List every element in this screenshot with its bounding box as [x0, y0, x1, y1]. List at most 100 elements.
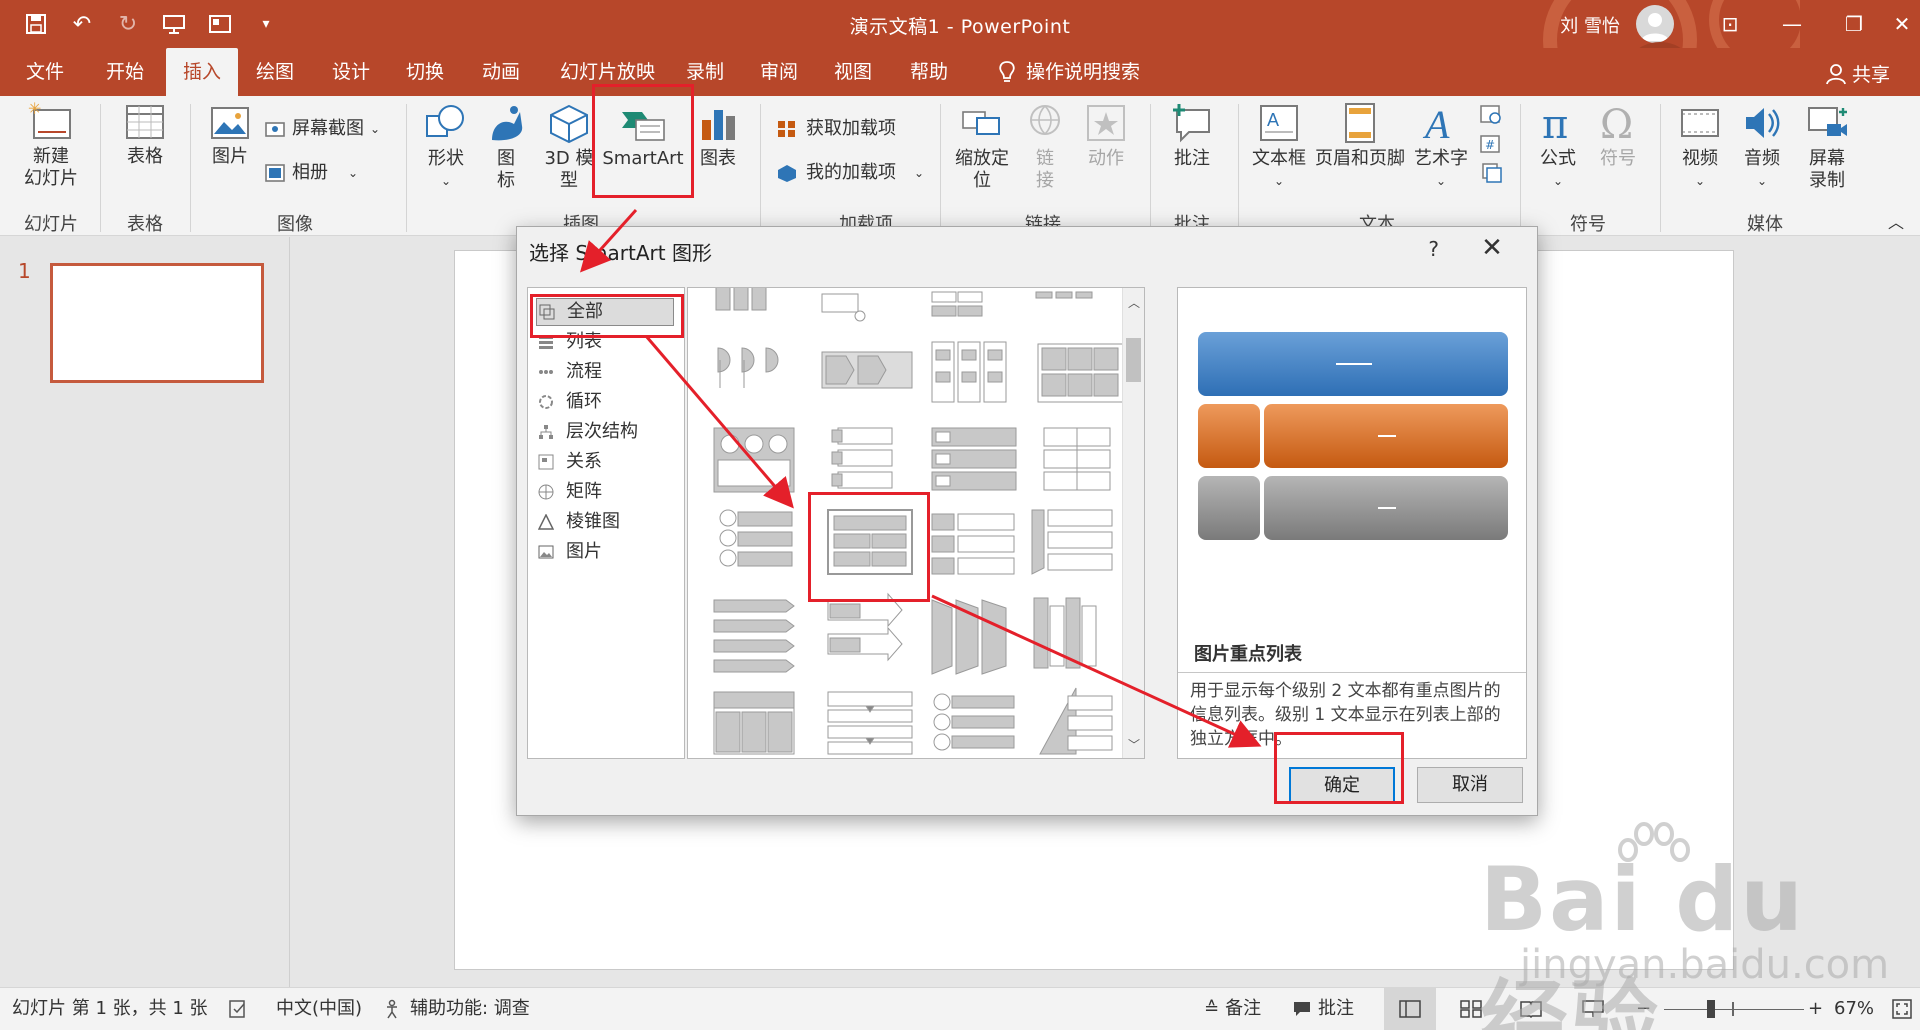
user-name[interactable]: 刘 雪怡 — [1560, 12, 1620, 38]
layout-thumb[interactable] — [931, 599, 1007, 675]
my-addins-button[interactable]: 我的加载项 ⌄ — [776, 160, 924, 186]
equation-button[interactable]: π 公式 ⌄ — [1530, 102, 1586, 192]
share-button[interactable]: 共享 — [1826, 60, 1890, 87]
avatar[interactable] — [1636, 5, 1674, 43]
tab-review[interactable]: 审阅 — [748, 48, 810, 96]
zoom-slider[interactable] — [1664, 988, 1804, 1030]
scroll-up-icon[interactable]: ︿ — [1128, 294, 1140, 311]
layout-thumb[interactable] — [1033, 597, 1097, 669]
layout-thumb[interactable] — [1039, 687, 1113, 755]
tab-record[interactable]: 录制 — [674, 48, 736, 96]
wordart-button[interactable]: A 艺术字 ⌄ — [1410, 102, 1472, 192]
category-pyramid[interactable]: 棱锥图 — [538, 508, 620, 536]
category-process[interactable]: 流程 — [538, 358, 602, 386]
screenshot-button[interactable]: 屏幕截图 ⌄ — [264, 116, 380, 142]
symbol-button[interactable]: Ω 符号 — [1590, 102, 1646, 170]
tab-transitions[interactable]: 切换 — [394, 48, 456, 96]
category-cycle[interactable]: 循环 — [538, 388, 602, 416]
layout-thumb[interactable] — [713, 427, 795, 493]
category-all[interactable]: 全部 — [536, 298, 674, 326]
category-picture[interactable]: 图片 — [538, 538, 602, 566]
zoom-slider-thumb[interactable] — [1706, 1000, 1715, 1018]
slideshow-button[interactable] — [1582, 988, 1604, 1030]
layout-thumb[interactable] — [821, 293, 866, 322]
zoom-in-button[interactable]: + — [1808, 988, 1823, 1030]
notes-button[interactable]: ≙ 备注 — [1204, 988, 1261, 1030]
tell-me[interactable]: 操作说明搜索 — [986, 48, 1152, 96]
screen-recording-button[interactable]: 屏幕 录制 — [1796, 102, 1858, 192]
new-slide-button[interactable]: ✳ 新建 幻灯片 — [14, 102, 88, 190]
3d-models-button[interactable]: 3D 模 型 — [536, 102, 602, 192]
spellcheck-icon[interactable] — [228, 988, 248, 1030]
dialog-close-button[interactable]: ✕ — [1477, 233, 1507, 263]
zoom-button[interactable]: 缩放定 位 — [950, 102, 1014, 192]
collapse-ribbon-icon[interactable]: ︿ — [1886, 212, 1906, 234]
get-addins-button[interactable]: 获取加载项 — [776, 116, 896, 142]
layout-thumb[interactable] — [1043, 427, 1111, 491]
tab-home[interactable]: 开始 — [94, 48, 156, 96]
layout-thumb[interactable] — [719, 509, 793, 567]
tab-design[interactable]: 设计 — [320, 48, 382, 96]
accessibility-status[interactable]: 辅助功能: 调查 — [384, 988, 530, 1030]
table-button[interactable]: 表格 — [110, 102, 180, 168]
slide-thumbnail[interactable] — [50, 263, 264, 383]
tab-view[interactable]: 视图 — [822, 48, 884, 96]
normal-view-button[interactable] — [1384, 988, 1436, 1030]
textbox-button[interactable]: A 文本框 ⌄ — [1248, 102, 1310, 192]
tab-draw[interactable]: 绘图 — [244, 48, 306, 96]
cancel-button[interactable]: 取消 — [1417, 767, 1523, 803]
layout-thumb[interactable] — [831, 427, 893, 489]
layout-thumb[interactable] — [931, 291, 983, 317]
layout-thumb[interactable] — [1035, 291, 1093, 299]
audio-button[interactable]: 音频 ⌄ — [1732, 102, 1792, 192]
layout-thumb[interactable] — [717, 347, 779, 388]
layout-thumb[interactable] — [931, 341, 1007, 403]
header-footer-button[interactable]: 页眉和页脚 — [1312, 102, 1408, 170]
zoom-out-button[interactable]: − — [1636, 988, 1651, 1030]
category-relationship[interactable]: 关系 — [538, 448, 602, 476]
ribbon-display-icon[interactable]: ⊡ — [1706, 8, 1754, 40]
album-button[interactable]: 相册 ⌄ — [264, 160, 358, 186]
layout-thumb[interactable] — [713, 691, 795, 755]
layout-thumb[interactable] — [931, 427, 1017, 491]
category-matrix[interactable]: 矩阵 — [538, 478, 602, 506]
layout-thumb[interactable] — [821, 351, 913, 389]
layout-thumb[interactable] — [933, 693, 1015, 751]
restore-icon[interactable]: ❐ — [1830, 8, 1878, 40]
tab-animations[interactable]: 动画 — [470, 48, 532, 96]
layout-thumb[interactable] — [827, 691, 913, 755]
zoom-level[interactable]: 67% — [1834, 988, 1874, 1030]
chart-button[interactable]: 图表 — [690, 102, 746, 170]
layout-thumb[interactable] — [1037, 343, 1124, 403]
shapes-button[interactable]: 形状 ⌄ — [416, 102, 476, 192]
fit-slide-button[interactable] — [1892, 988, 1912, 1030]
category-list-item[interactable]: 列表 — [538, 328, 602, 356]
layout-thumb[interactable] — [1031, 509, 1113, 575]
comment-button[interactable]: 批注 — [1160, 102, 1224, 170]
layout-thumb[interactable] — [713, 599, 795, 673]
text-more-buttons[interactable]: # — [1476, 102, 1506, 192]
category-hierarchy[interactable]: 层次结构 — [538, 418, 638, 446]
tab-insert[interactable]: 插入 — [166, 48, 238, 96]
ok-button[interactable]: 确定 — [1289, 767, 1395, 803]
layout-thumb[interactable] — [715, 288, 767, 311]
picture-button[interactable]: 图片 — [200, 102, 260, 168]
comments-button[interactable]: 批注 — [1292, 988, 1354, 1030]
tab-file[interactable]: 文件 — [14, 48, 76, 96]
gallery-scrollbar[interactable]: ︿ ﹀ — [1122, 288, 1144, 758]
link-button[interactable]: 链 接 — [1018, 102, 1072, 192]
layout-thumb[interactable] — [827, 509, 913, 575]
tab-slideshow[interactable]: 幻灯片放映 — [548, 48, 667, 96]
action-button[interactable]: 动作 — [1076, 102, 1136, 170]
layout-thumb[interactable] — [931, 513, 1015, 575]
video-button[interactable]: 视频 ⌄ — [1670, 102, 1730, 192]
slide-sorter-button[interactable] — [1460, 988, 1482, 1030]
scroll-thumb[interactable] — [1126, 338, 1141, 382]
close-window-icon[interactable]: ✕ — [1878, 8, 1920, 40]
scroll-down-icon[interactable]: ﹀ — [1128, 736, 1140, 753]
smartart-button[interactable]: SmartArt — [600, 102, 686, 170]
language-status[interactable]: 中文(中国) — [276, 988, 362, 1030]
icons-button[interactable]: 图 标 — [478, 102, 534, 192]
tab-help[interactable]: 帮助 — [898, 48, 960, 96]
reading-view-button[interactable] — [1520, 988, 1542, 1030]
